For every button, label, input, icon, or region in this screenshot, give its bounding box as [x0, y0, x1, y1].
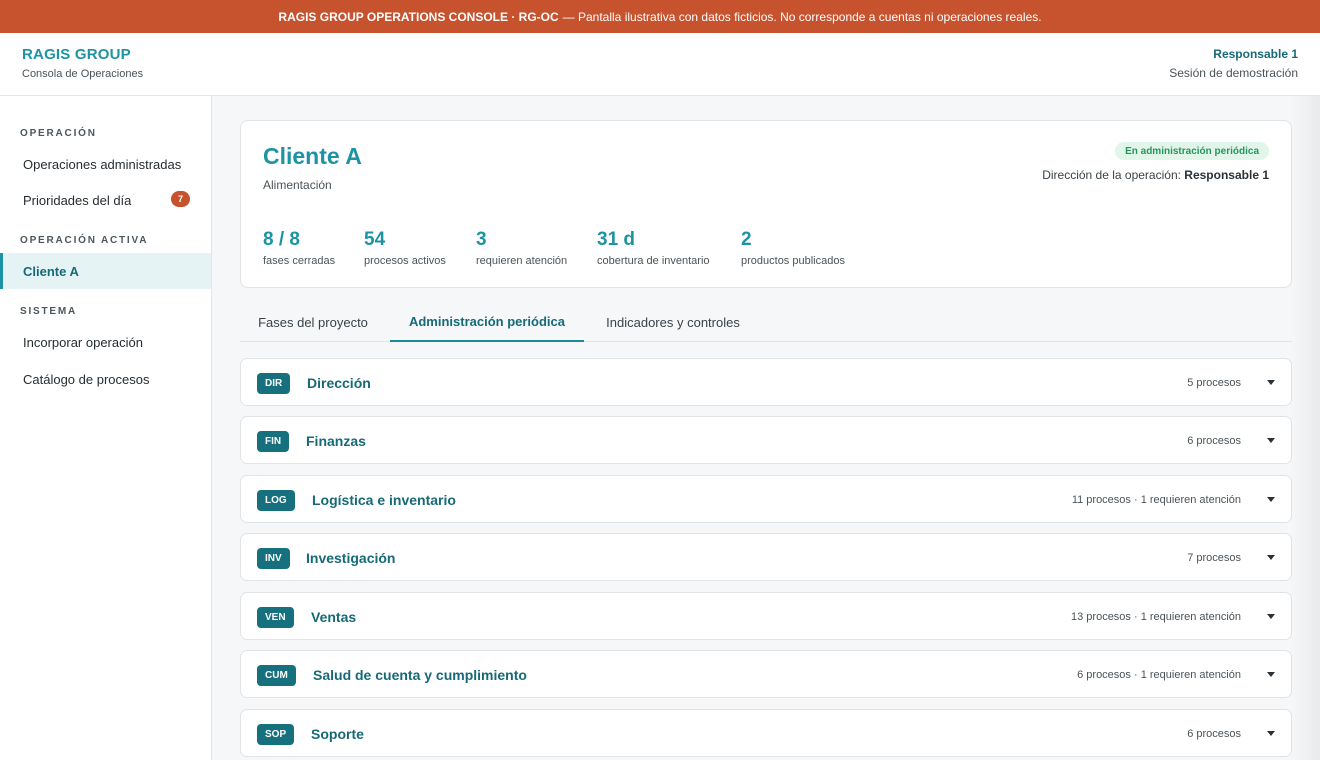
area-code-badge: INV: [257, 548, 290, 569]
stat-label: productos publicados: [741, 255, 845, 267]
session-label: Sesión de demostración: [1169, 66, 1298, 80]
area-code-badge: DIR: [257, 373, 291, 394]
stat-value: 2: [741, 229, 752, 250]
area-code-badge: SOP: [257, 724, 295, 745]
area-process-count: 11 procesos · 1 requieren atención: [1071, 494, 1241, 506]
area-process-count: 6 procesos · 1 requieren atención: [1077, 669, 1241, 681]
sidebar: OPERACIÓN Operaciones administradas Prio…: [0, 96, 212, 760]
stat-label: cobertura de inventario: [597, 255, 710, 267]
area-process-count: 7 procesos: [1187, 552, 1241, 564]
area-row-ven[interactable]: VEN Ventas 13 procesos · 1 requieren ate…: [240, 592, 1292, 640]
area-process-count: 6 procesos: [1187, 435, 1241, 447]
area-process-count: 13 procesos · 1 requieren atención: [1071, 611, 1241, 623]
area-row-log[interactable]: LOG Logística e inventario 11 procesos ·…: [240, 475, 1292, 523]
priority-count-badge: 7: [171, 191, 190, 207]
stat-cobertura-inventario: 31 d cobertura de inventario: [597, 229, 710, 267]
area-name: Salud de cuenta y cumplimiento: [313, 667, 527, 683]
stat-value: 3: [476, 229, 487, 250]
direction-value: Responsable 1: [1184, 168, 1269, 182]
brand-name[interactable]: RAGIS GROUP: [22, 46, 131, 63]
area-name: Ventas: [311, 609, 357, 625]
sidebar-item-label: Incorporar operación: [23, 334, 143, 350]
chevron-down-icon[interactable]: [1267, 380, 1275, 385]
client-name: Cliente A: [263, 143, 362, 169]
client-sector: Alimentación: [263, 178, 332, 192]
sidebar-item-catalogo-procesos[interactable]: Catálogo de procesos: [0, 361, 211, 397]
stat-value: 54: [364, 229, 386, 250]
area-code-badge: LOG: [257, 490, 295, 511]
area-name: Dirección: [307, 375, 371, 391]
sidebar-item-incorporar-operacion[interactable]: Incorporar operación: [0, 324, 211, 360]
chevron-down-icon[interactable]: [1267, 497, 1275, 502]
area-name: Logística e inventario: [312, 492, 456, 508]
area-code-badge: CUM: [257, 665, 296, 686]
stat-procesos-activos: 54 procesos activos: [364, 229, 446, 267]
area-row-inv[interactable]: INV Investigación 7 procesos: [240, 533, 1292, 581]
chevron-down-icon[interactable]: [1267, 438, 1275, 443]
sidebar-item-label: Prioridades del día: [23, 192, 132, 208]
main-content: Cliente A Alimentación En administración…: [212, 96, 1320, 760]
client-summary-card: Cliente A Alimentación En administración…: [240, 120, 1292, 288]
stat-label: requieren atención: [476, 255, 568, 267]
area-row-dir[interactable]: DIR Dirección 5 procesos: [240, 358, 1292, 406]
direction-label: Dirección de la operación:: [1042, 168, 1181, 182]
stat-requieren-atencion: 3 requieren atención: [476, 229, 567, 267]
stat-value: 31 d: [597, 229, 636, 250]
banner-title: RAGIS GROUP OPERATIONS CONSOLE · RG-OC: [278, 9, 559, 24]
disclaimer-banner: RAGIS GROUP OPERATIONS CONSOLE · RG-OC —…: [0, 0, 1320, 33]
status-badge: En administración periódica: [1115, 142, 1269, 160]
sidebar-section-operacion-activa: OPERACIÓN ACTIVA: [20, 235, 149, 246]
chevron-down-icon[interactable]: [1267, 555, 1275, 560]
banner-message: — Pantalla ilustrativa con datos fictici…: [562, 9, 1042, 24]
stat-productos-publicados: 2 productos publicados: [741, 229, 845, 267]
app-header: RAGIS GROUP Consola de Operaciones Respo…: [0, 33, 1320, 96]
sidebar-item-label: Catálogo de procesos: [23, 371, 150, 387]
area-code-badge: VEN: [257, 607, 294, 628]
area-row-fin[interactable]: FIN Finanzas 6 procesos: [240, 416, 1292, 464]
tab-administracion-periodica[interactable]: Administración periódica: [390, 302, 584, 342]
brand-subtitle: Consola de Operaciones: [22, 68, 144, 80]
sidebar-section-operacion: OPERACIÓN: [20, 128, 97, 139]
sidebar-item-prioridades[interactable]: Prioridades del día 7: [0, 182, 211, 218]
user-name[interactable]: Responsable 1: [1213, 47, 1298, 61]
sidebar-item-cliente-a[interactable]: Cliente A: [0, 253, 211, 289]
area-code-badge: FIN: [257, 431, 290, 452]
area-process-count: 5 procesos: [1187, 377, 1241, 389]
stat-value: 8 / 8: [263, 229, 300, 250]
chevron-down-icon[interactable]: [1267, 672, 1275, 677]
area-row-sop[interactable]: SOP Soporte 6 procesos: [240, 709, 1292, 757]
area-name: Finanzas: [306, 433, 366, 449]
tab-bar: Fases del proyecto Administración periód…: [240, 302, 1292, 342]
chevron-down-icon[interactable]: [1267, 731, 1275, 736]
sidebar-item-label: Cliente A: [23, 263, 79, 279]
operation-direction: Dirección de la operación: Responsable 1: [1042, 168, 1269, 182]
stat-fases-cerradas: 8 / 8 fases cerradas: [263, 229, 335, 267]
sidebar-section-sistema: SISTEMA: [20, 306, 78, 317]
sidebar-item-label: Operaciones administradas: [23, 156, 182, 172]
stat-label: fases cerradas: [263, 255, 336, 267]
sidebar-item-operaciones-administradas[interactable]: Operaciones administradas: [0, 146, 211, 182]
area-name: Investigación: [306, 550, 396, 566]
stat-label: procesos activos: [364, 255, 446, 267]
area-name: Soporte: [311, 726, 364, 742]
tab-fases-proyecto[interactable]: Fases del proyecto: [240, 302, 386, 342]
area-row-cum[interactable]: CUM Salud de cuenta y cumplimiento 6 pro…: [240, 650, 1292, 698]
chevron-down-icon[interactable]: [1267, 614, 1275, 619]
area-process-count: 6 procesos: [1187, 728, 1241, 740]
tab-indicadores-controles[interactable]: Indicadores y controles: [588, 302, 758, 342]
